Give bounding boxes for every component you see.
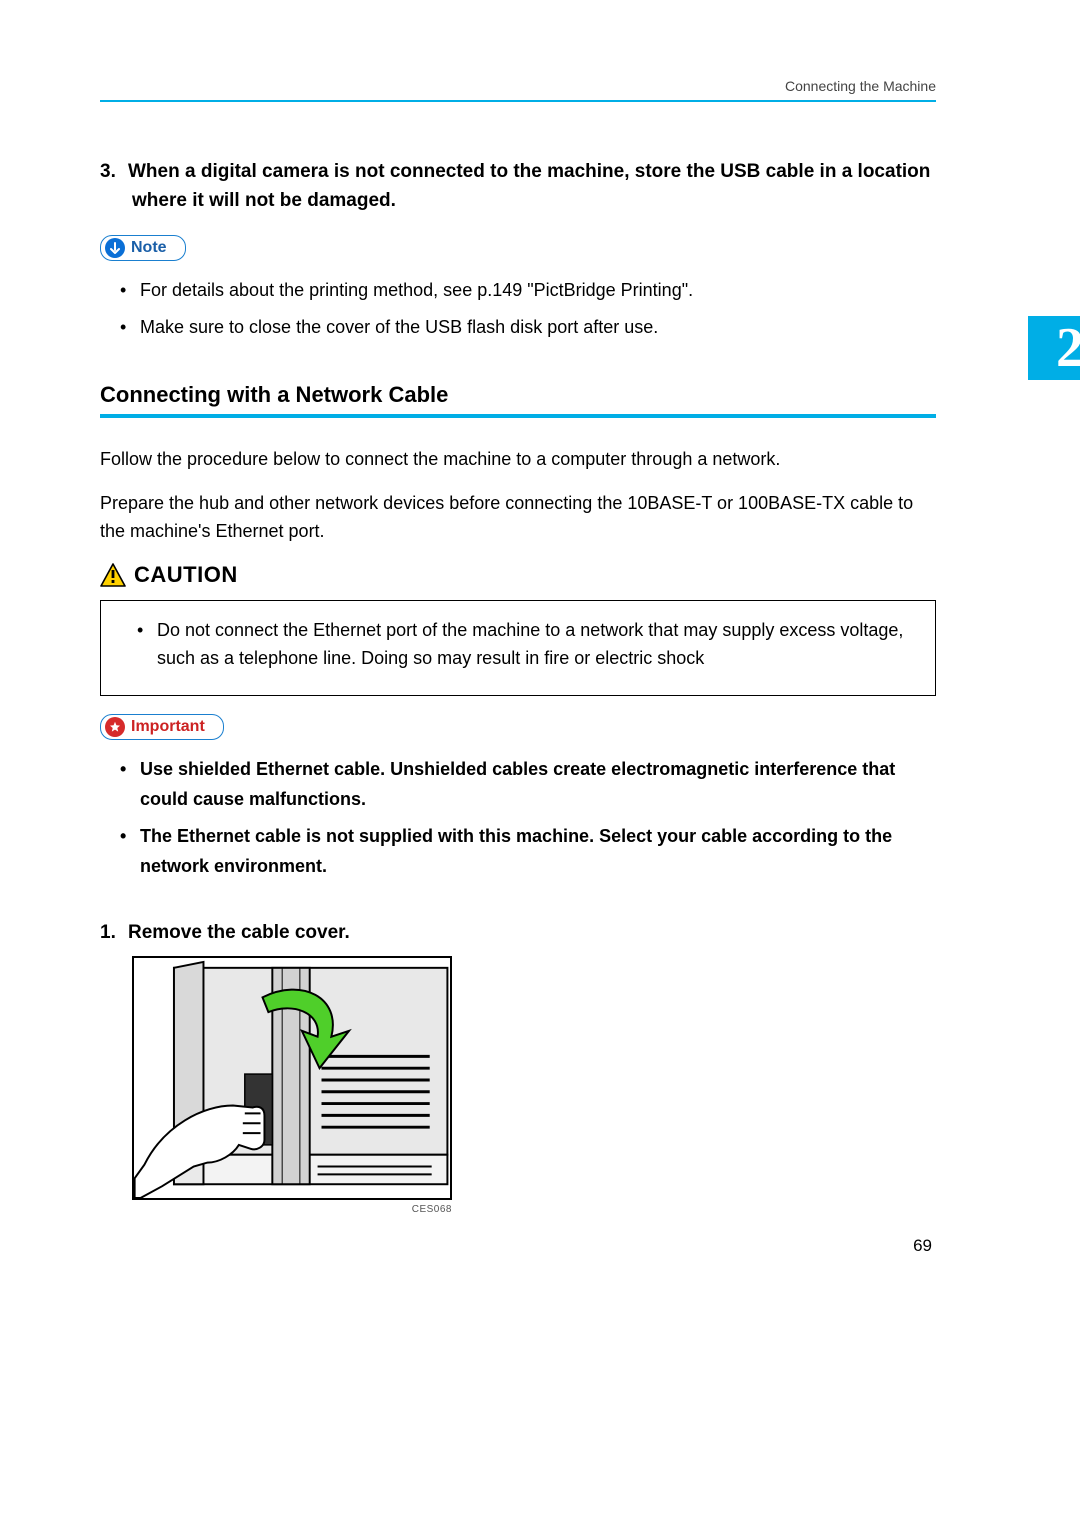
important-item: The Ethernet cable is not supplied with …: [140, 821, 936, 882]
note-pill: Note: [100, 235, 186, 261]
caution-label: CAUTION: [134, 562, 238, 588]
note-list: For details about the printing method, s…: [100, 275, 936, 342]
important-list: Use shielded Ethernet cable. Unshielded …: [100, 754, 936, 882]
step-number: 3.: [100, 158, 128, 187]
important-pill: Important: [100, 714, 224, 740]
figure: CES068: [132, 956, 452, 1215]
body-paragraph: Prepare the hub and other network device…: [100, 490, 936, 546]
note-item: Make sure to close the cover of the USB …: [140, 312, 936, 343]
caution-box: Do not connect the Ethernet port of the …: [100, 600, 936, 696]
caution-heading: CAUTION: [100, 562, 936, 588]
chapter-tab: 2: [1028, 316, 1080, 380]
note-label: Note: [131, 239, 167, 257]
figure-caption: CES068: [132, 1204, 452, 1215]
important-label: Important: [131, 718, 205, 736]
step-text: Remove the cable cover.: [128, 922, 350, 943]
warning-icon: [100, 563, 126, 587]
star-icon: [105, 717, 125, 737]
step-1: 1.Remove the cable cover.: [100, 922, 936, 944]
page-number: 69: [913, 1236, 932, 1256]
section-heading: Connecting with a Network Cable: [100, 382, 936, 418]
body-paragraph: Follow the procedure below to connect th…: [100, 446, 936, 474]
caution-item: Do not connect the Ethernet port of the …: [157, 617, 919, 673]
step-text: When a digital camera is not connected t…: [128, 161, 930, 211]
instruction-illustration: [132, 956, 452, 1200]
important-item: Use shielded Ethernet cable. Unshielded …: [140, 754, 936, 815]
arrow-down-icon: [105, 238, 125, 258]
note-item: For details about the printing method, s…: [140, 275, 936, 306]
header-rule: [100, 100, 936, 102]
running-header: Connecting the Machine: [100, 78, 936, 100]
step-3: 3.When a digital camera is not connected…: [100, 158, 936, 215]
step-number: 1.: [100, 922, 128, 944]
chapter-number: 2: [1056, 320, 1080, 376]
